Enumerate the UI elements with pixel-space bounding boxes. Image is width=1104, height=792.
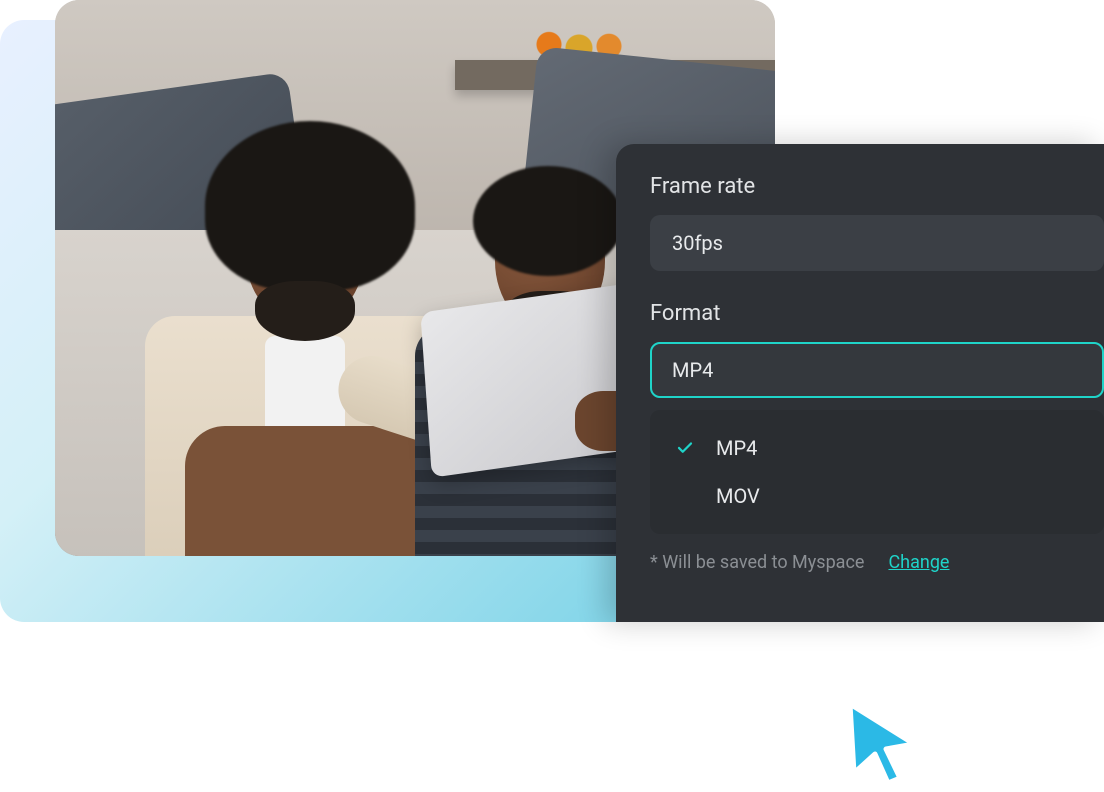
- frame-rate-value: 30fps: [672, 231, 723, 255]
- frame-rate-label: Frame rate: [650, 174, 1104, 199]
- frame-rate-select[interactable]: 30fps: [650, 215, 1104, 271]
- note-text: * Will be saved to Myspace: [650, 552, 864, 573]
- format-option-label: MP4: [716, 436, 757, 460]
- format-select[interactable]: MP4: [650, 342, 1104, 398]
- format-option-mp4[interactable]: MP4: [650, 424, 1104, 472]
- export-settings-panel: Frame rate 30fps Format MP4 MP4 MOV * Wi…: [616, 144, 1104, 622]
- format-option-mov[interactable]: MOV: [650, 472, 1104, 520]
- format-label: Format: [650, 301, 1104, 326]
- check-icon: [676, 439, 698, 457]
- format-value: MP4: [672, 358, 713, 382]
- save-location-note: * Will be saved to Myspace Change: [650, 552, 1104, 573]
- format-dropdown: MP4 MOV: [650, 410, 1104, 534]
- cursor-icon: [842, 696, 928, 792]
- format-option-label: MOV: [716, 484, 760, 508]
- change-location-link[interactable]: Change: [888, 552, 949, 573]
